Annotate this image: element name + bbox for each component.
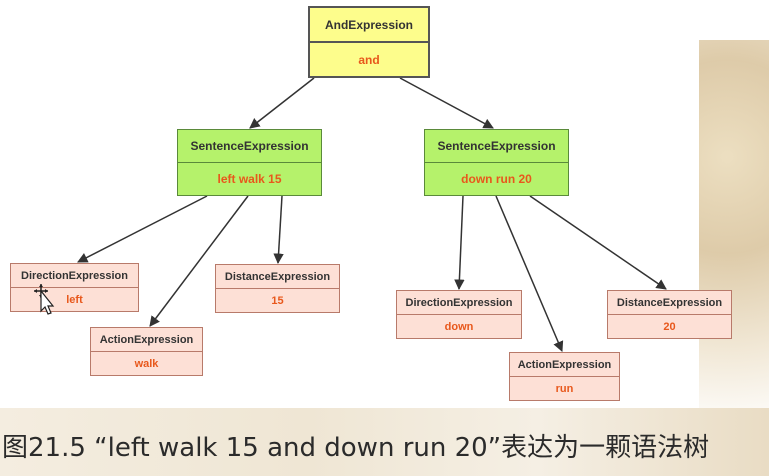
edge-sentence-right-to-direction xyxy=(454,195,465,291)
node-distance-expression-left: DistanceExpression 15 xyxy=(215,264,340,313)
node-type-label: ActionExpression xyxy=(91,328,202,352)
node-value-label: and xyxy=(358,52,380,67)
node-action-expression-left: ActionExpression walk xyxy=(90,327,203,376)
move-cursor-icon xyxy=(34,284,55,315)
node-type-label: AndExpression xyxy=(310,8,428,43)
node-sentence-expression-right: SentenceExpression down run 20 xyxy=(424,129,569,196)
node-value-label: left xyxy=(66,293,83,306)
edge-sentence-right-to-distance xyxy=(529,195,667,290)
edge-sentence-left-to-distance xyxy=(273,195,284,265)
figure-caption: 图21.5 “left walk 15 and down run 20”表达为一… xyxy=(2,433,710,463)
edge-root-to-sentence-right xyxy=(399,77,494,129)
node-type-label: DistanceExpression xyxy=(216,265,339,289)
node-value-label: 15 xyxy=(271,294,284,307)
node-value-label: 20 xyxy=(663,320,676,333)
node-sentence-expression-left: SentenceExpression left walk 15 xyxy=(177,129,322,196)
edge-root-to-sentence-left xyxy=(249,77,315,129)
edge-sentence-left-to-direction xyxy=(77,195,208,263)
node-value-label: down run 20 xyxy=(461,172,532,186)
node-type-label: ActionExpression xyxy=(510,353,619,377)
node-value-label: left walk 15 xyxy=(217,172,282,186)
node-value-label: run xyxy=(555,382,574,395)
node-type-label: SentenceExpression xyxy=(425,130,568,163)
node-direction-expression-right: DirectionExpression down xyxy=(396,290,522,339)
node-type-label: DirectionExpression xyxy=(397,291,521,315)
node-action-expression-right: ActionExpression run xyxy=(509,352,620,401)
node-value-label: walk xyxy=(134,357,159,370)
node-distance-expression-right: DistanceExpression 20 xyxy=(607,290,732,339)
node-type-label: SentenceExpression xyxy=(178,130,321,163)
node-value-label: down xyxy=(444,320,474,333)
node-type-label: DirectionExpression xyxy=(11,264,138,288)
node-and-expression: AndExpression and xyxy=(308,6,430,78)
node-type-label: DistanceExpression xyxy=(608,291,731,315)
node-direction-expression-left: DirectionExpression left xyxy=(10,263,139,312)
